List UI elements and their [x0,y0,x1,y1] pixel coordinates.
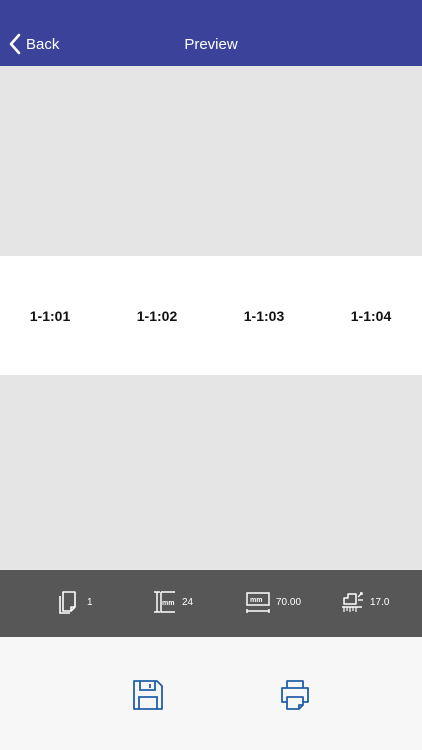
svg-text:mm: mm [250,597,262,604]
label-strip: 1-1:01 1-1:02 1-1:03 1-1:04 [0,256,422,375]
label-length-value: 70.00 [276,596,302,608]
tape-width-value: 24 [182,596,194,608]
navigation-bar: Back Preview [0,0,422,66]
svg-text:mm: mm [162,600,174,607]
margin-icon [340,590,364,614]
save-icon [131,678,165,712]
label-text-1: 1-1:01 [29,308,71,324]
action-toolbar [0,637,422,750]
margin-value: 17.0 [370,596,390,608]
label-preview-area: 1-1:01 1-1:02 1-1:03 1-1:04 [0,66,422,570]
save-button[interactable] [128,675,168,715]
copies-info: 1 [57,588,93,616]
label-text-2: 1-1:02 [136,308,178,324]
label-text-4: 1-1:04 [350,308,392,324]
tape-width-icon: mm [152,590,176,614]
margin-info: 17.0 [340,588,389,616]
label-length-icon: mm [246,590,270,614]
preview-screen: Back Preview 1-1:01 1-1:02 1-1:03 1-1:04… [0,0,422,750]
page-title: Preview [184,36,238,53]
copies-icon [57,590,81,614]
print-icon [278,678,312,712]
print-settings-bar: 1 mm 24 mm 70.00 17.0 [0,570,422,637]
label-length-info: mm 70.00 [246,588,301,616]
label-text-3: 1-1:03 [243,308,285,324]
tape-width-info: mm 24 [152,588,193,616]
print-button[interactable] [275,675,315,715]
copies-value: 1 [87,596,93,608]
